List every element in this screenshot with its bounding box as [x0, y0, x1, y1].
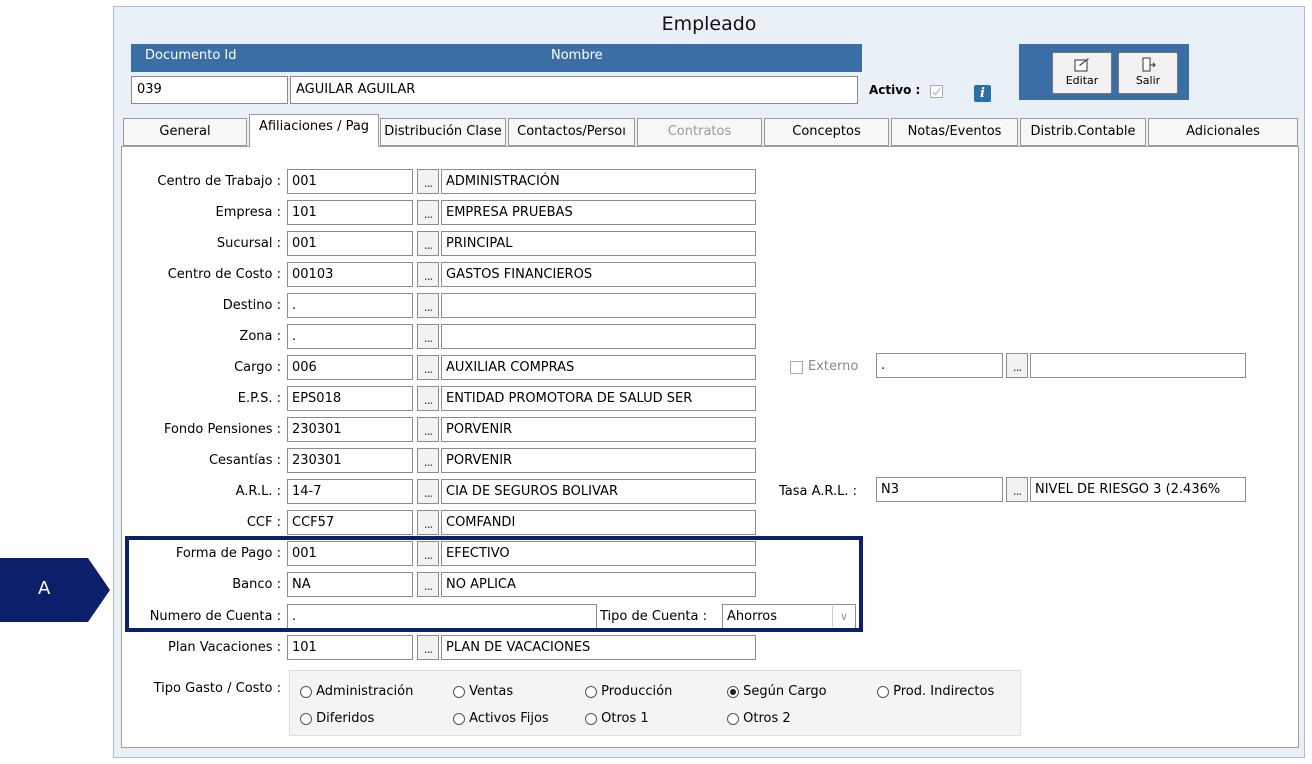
zona-code[interactable]: .: [287, 324, 413, 349]
tab-adicionales[interactable]: Adicionales: [1148, 118, 1298, 146]
name-field[interactable]: AGUILAR AGUILAR: [290, 76, 858, 104]
centro-costo-code[interactable]: 00103: [287, 262, 413, 287]
centro-trabajo-desc: ADMINISTRACIÓN: [441, 169, 756, 194]
tab-distrib-contable[interactable]: Distrib.Contable: [1020, 118, 1146, 146]
externo-desc: [1030, 353, 1246, 378]
label-fondo-pensiones: Fondo Pensiones :: [163, 422, 281, 437]
exit-icon: [1142, 57, 1156, 72]
sucursal-code[interactable]: 001: [287, 231, 413, 256]
tab-conceptos[interactable]: Conceptos: [764, 118, 889, 146]
cesantias-lookup-button[interactable]: ...: [417, 448, 439, 473]
label-cargo: Cargo :: [234, 360, 281, 375]
tab-contratos[interactable]: Contratos: [637, 118, 762, 146]
empresa-code[interactable]: 101: [287, 200, 413, 225]
name-header: Nombre: [551, 48, 603, 63]
externo-checkbox[interactable]: [790, 361, 803, 374]
centro-trabajo-code[interactable]: 001: [287, 169, 413, 194]
tab-afiliaciones[interactable]: Afiliaciones / Pag: [249, 114, 379, 147]
annotation-marker: A: [0, 558, 112, 622]
header-band: Documento Id Nombre: [131, 44, 862, 72]
sucursal-lookup-button[interactable]: ...: [417, 231, 439, 256]
label-centro-trabajo: Centro de Trabajo :: [157, 174, 281, 189]
label-zona: Zona :: [239, 329, 281, 344]
exit-button[interactable]: Salir: [1118, 52, 1178, 94]
externo-label: Externo: [808, 359, 859, 374]
empresa-lookup-button[interactable]: ...: [417, 200, 439, 225]
tasa-arl-desc: NIVEL DE RIESGO 3 (2.436%: [1030, 477, 1246, 502]
tab-contactos[interactable]: Contactos/Persoı: [508, 118, 635, 146]
cargo-code[interactable]: 006: [287, 355, 413, 380]
empresa-desc: EMPRESA PRUEBAS: [441, 200, 756, 225]
plan-vacaciones-lookup-button[interactable]: ...: [417, 635, 439, 660]
ccf-code[interactable]: CCF57: [287, 510, 413, 535]
ccf-desc: COMFANDI: [441, 510, 756, 535]
activo-checkbox[interactable]: [930, 85, 943, 98]
eps-code[interactable]: EPS018: [287, 386, 413, 411]
zona-lookup-button[interactable]: ...: [417, 324, 439, 349]
fondo-pensiones-desc: PORVENIR: [441, 417, 756, 442]
fondo-pensiones-code[interactable]: 230301: [287, 417, 413, 442]
label-destino: Destino :: [222, 298, 281, 313]
radio-segun-cargo[interactable]: Según Cargo: [727, 683, 827, 701]
tipo-gasto-group: Administración Ventas Producción Según C…: [289, 670, 1021, 736]
highlight-box: [125, 536, 863, 632]
edit-icon: [1074, 58, 1089, 72]
label-centro-costo: Centro de Costo :: [167, 267, 281, 282]
plan-vacaciones-desc: PLAN DE VACACIONES: [441, 635, 756, 660]
radio-prod-indirectos[interactable]: Prod. Indirectos: [877, 683, 994, 701]
annotation-label: A: [38, 578, 51, 599]
radio-otros-2[interactable]: Otros 2: [727, 710, 791, 728]
activo-label: Activo :: [869, 83, 921, 97]
radio-administracion[interactable]: Administración: [300, 683, 413, 701]
label-plan-vacaciones: Plan Vacaciones :: [168, 640, 281, 655]
tab-distribucion-clase[interactable]: Distribución Clase: [380, 118, 506, 146]
label-empresa: Empresa :: [215, 205, 281, 220]
label-ccf: CCF :: [246, 515, 281, 530]
eps-lookup-button[interactable]: ...: [417, 386, 439, 411]
centro-costo-desc: GASTOS FINANCIEROS: [441, 262, 756, 287]
label-cesantias: Cesantías :: [208, 453, 281, 468]
tab-general[interactable]: General: [123, 118, 247, 146]
radio-otros-1[interactable]: Otros 1: [585, 710, 649, 728]
cesantias-code[interactable]: 230301: [287, 448, 413, 473]
info-icon[interactable]: i: [974, 85, 991, 102]
externo-lookup-button[interactable]: ...: [1006, 353, 1028, 378]
cargo-lookup-button[interactable]: ...: [417, 355, 439, 380]
label-sucursal: Sucursal :: [216, 236, 281, 251]
sucursal-desc: PRINCIPAL: [441, 231, 756, 256]
centro-costo-lookup-button[interactable]: ...: [417, 262, 439, 287]
ccf-lookup-button[interactable]: ...: [417, 510, 439, 535]
destino-code[interactable]: .: [287, 293, 413, 318]
window-title: Empleado: [661, 13, 757, 35]
cesantias-desc: PORVENIR: [441, 448, 756, 473]
arrow-shape: [0, 558, 110, 622]
tab-notas-eventos[interactable]: Notas/Eventos: [891, 118, 1018, 146]
arl-lookup-button[interactable]: ...: [417, 479, 439, 504]
tasa-arl-lookup-button[interactable]: ...: [1006, 477, 1028, 502]
radio-produccion[interactable]: Producción: [585, 683, 672, 701]
doc-id-header: Documento Id: [145, 48, 237, 63]
arl-code[interactable]: 14-7: [287, 479, 413, 504]
destino-lookup-button[interactable]: ...: [417, 293, 439, 318]
edit-button[interactable]: Editar: [1052, 52, 1112, 94]
doc-id-field[interactable]: 039: [131, 76, 288, 104]
tasa-arl-code[interactable]: N3: [876, 477, 1003, 502]
zona-desc: [441, 324, 756, 349]
label-eps: E.P.S. :: [237, 391, 281, 406]
cargo-desc: AUXILIAR COMPRAS: [441, 355, 756, 380]
label-tasa-arl: Tasa A.R.L. :: [779, 484, 858, 499]
centro-trabajo-lookup-button[interactable]: ...: [417, 169, 439, 194]
eps-desc: ENTIDAD PROMOTORA DE SALUD SER: [441, 386, 756, 411]
plan-vacaciones-code[interactable]: 101: [287, 635, 413, 660]
radio-activos-fijos[interactable]: Activos Fijos: [453, 710, 549, 728]
radio-diferidos[interactable]: Diferidos: [300, 710, 374, 728]
externo-code[interactable]: .: [876, 353, 1003, 378]
label-tipo-gasto: Tipo Gasto / Costo :: [153, 681, 281, 696]
label-arl: A.R.L. :: [235, 484, 281, 499]
arl-desc: CIA DE SEGUROS BOLIVAR: [441, 479, 756, 504]
radio-ventas[interactable]: Ventas: [453, 683, 513, 701]
check-icon: [932, 88, 941, 96]
fondo-pensiones-lookup-button[interactable]: ...: [417, 417, 439, 442]
destino-desc: [441, 293, 756, 318]
